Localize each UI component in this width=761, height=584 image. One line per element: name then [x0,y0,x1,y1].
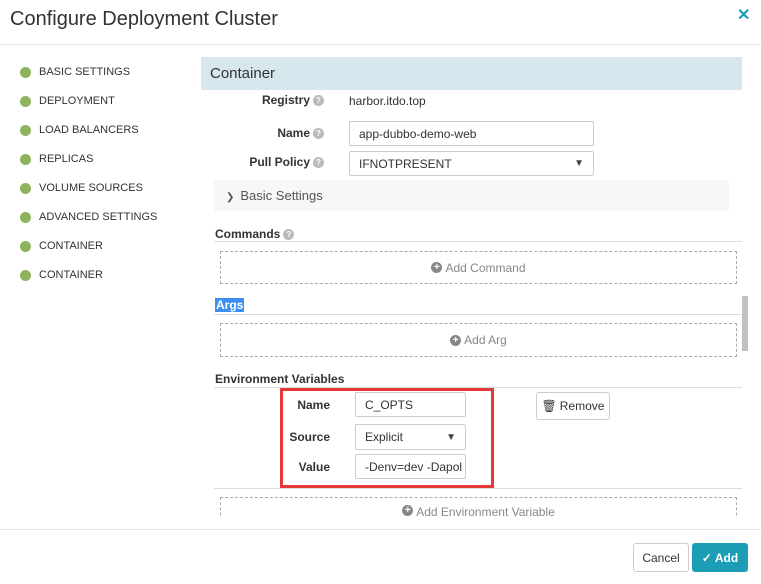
cancel-button[interactable]: Cancel [633,543,689,572]
env-vars-label: Environment Variables [215,372,345,386]
sidebar-item-label: LOAD BALANCERS [39,124,139,136]
chevron-down-icon: ❯ [226,192,235,203]
sidebar-item-container[interactable]: CONTAINER [20,238,103,254]
add-button[interactable]: ✓ Add [692,543,748,572]
add-arg-button[interactable]: + Add Arg [220,323,737,357]
plus-circle-icon: + [402,505,414,516]
commands-label: Commands? [215,227,295,241]
scrollbar-thumb[interactable] [742,296,748,351]
sidebar-item-basic-settings[interactable]: BASIC SETTINGS [20,64,130,80]
caret-down-icon: ▼ [446,431,456,443]
pull-policy-label: Pull Policy? [200,155,324,169]
plus-circle-icon: + [431,262,443,273]
help-icon[interactable]: ? [313,128,324,139]
name-input[interactable]: app-dubbo-demo-web [349,121,594,146]
env-source-label: Source [289,430,330,444]
sidebar-item-volume-sources[interactable]: VOLUME SOURCES [20,180,143,196]
sidebar-item-label: CONTAINER [39,269,103,281]
registry-value: harbor.itdo.top [349,94,426,108]
env-value-input[interactable]: -Denv=dev -Dapol [355,454,466,479]
add-env-var-button[interactable]: + Add Environment Variable [220,497,737,518]
env-value-label: Value [298,460,330,474]
status-dot-icon [20,66,31,78]
close-icon[interactable]: ✕ [737,5,750,25]
status-dot-icon [20,124,31,136]
divider [214,488,742,489]
status-dot-icon [20,269,31,281]
help-icon[interactable]: ? [313,157,324,168]
trash-icon: 🗑 [541,399,557,413]
help-icon[interactable]: ? [283,229,295,240]
check-circle-icon: ✓ [701,550,712,565]
caret-down-icon: ▼ [574,158,584,169]
remove-button[interactable]: 🗑 Remove [536,392,610,420]
sidebar-item-label: BASIC SETTINGS [39,66,131,78]
sidebar-item-label: ADVANCED SETTINGS [39,211,158,223]
sidebar-item-container-2[interactable]: CONTAINER [20,267,103,283]
status-dot-icon [20,240,31,252]
sidebar-item-label: DEPLOYMENT [39,95,115,107]
add-env-clip: + Add Environment Variable [220,497,737,518]
name-label: Name? [200,126,324,140]
divider [214,314,742,315]
args-label: Args [215,298,245,312]
sidebar-item-advanced-settings[interactable]: ADVANCED SETTINGS [20,209,157,225]
sidebar-item-label: VOLUME SOURCES [39,182,143,194]
status-dot-icon [20,211,31,223]
plus-circle-icon: + [450,334,462,346]
add-command-button[interactable]: + Add Command [220,251,737,284]
status-dot-icon [20,153,31,165]
status-dot-icon [20,182,31,194]
footer-divider [0,529,761,530]
registry-label: Registry? [200,93,324,107]
env-name-label: Name [297,398,330,412]
dialog-title: Configure Deployment Cluster [10,8,278,30]
container-header: Container [201,57,742,90]
sidebar-item-label: REPLICAS [39,153,94,165]
pull-policy-select[interactable]: IFNOTPRESENT ▼ [349,151,594,176]
sidebar-item-deployment[interactable]: DEPLOYMENT [20,93,115,109]
env-source-select[interactable]: Explicit ▼ [355,424,466,450]
sidebar-item-replicas[interactable]: REPLICAS [20,151,93,167]
help-icon[interactable]: ? [313,95,324,106]
env-name-input[interactable]: C_OPTS [355,392,466,417]
status-dot-icon [20,95,31,107]
sidebar-item-label: CONTAINER [39,240,103,252]
sidebar-item-load-balancers[interactable]: LOAD BALANCERS [20,122,139,138]
divider [214,241,742,242]
basic-settings-toggle[interactable]: ❯ Basic Settings [214,180,729,211]
